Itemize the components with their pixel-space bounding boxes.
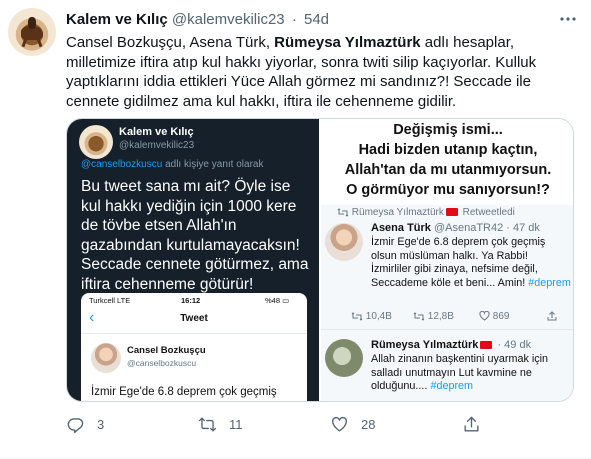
image-tweet-text: Bu tweet sana mı ait? Öyle ise kul hakkı… xyxy=(81,178,309,293)
retweet-small-icon xyxy=(351,312,363,321)
phone-status-bar: Turkcell LTE 16:12 %48 ▭ xyxy=(81,293,307,307)
tweet-time[interactable]: 54d xyxy=(304,11,329,28)
retweet-small-icon xyxy=(337,208,349,217)
headline-line: O görmüyor mu sanıyorsun!? xyxy=(346,182,550,198)
headline-line: Allah'tan da mı utanmıyorsun. xyxy=(344,162,552,178)
tweet-header: Kalem ve Kılıç @kalemvekilic23 · 54d xyxy=(66,10,329,30)
more-horizontal-icon[interactable] xyxy=(558,12,578,28)
phone-title: Tweet xyxy=(180,313,208,324)
retweeted-text: Retweetledi xyxy=(459,207,515,218)
post1-text: İzmir Ege'de 6.8 deprem çok geçmiş olsun… xyxy=(371,236,571,290)
post1-likes: 869 xyxy=(479,311,509,322)
retweet-button[interactable]: 11 xyxy=(198,412,243,436)
phone-battery: %48 ▭ xyxy=(265,296,290,305)
phone-author-handle: @canselbozkuscu xyxy=(127,358,197,368)
quote-small-icon xyxy=(413,312,425,321)
heart-small-icon xyxy=(479,311,490,321)
post1-avatar xyxy=(325,223,363,261)
post1-retweets: 10,4B xyxy=(351,311,392,322)
post1-header: Asena Türk @AsenaTR42 · 47 dk xyxy=(371,222,540,234)
separator-dot: · xyxy=(291,11,297,28)
image-reply-mention: @canselbozkuscu xyxy=(81,159,163,170)
share-button[interactable] xyxy=(462,412,481,436)
phone-clock: 16:12 xyxy=(181,296,201,305)
image-headline: Değişmiş ismi... Hadi bizden utanıp kaçt… xyxy=(321,119,573,205)
posts-divider xyxy=(321,329,573,330)
retweeted-label: Rümeysa Yılmaztürk Retweetledi xyxy=(337,207,515,218)
image-reply-context: @canselbozkuscu adlı kişiye yanıt olarak xyxy=(81,159,263,170)
turkish-flag-icon xyxy=(480,341,493,350)
like-count: 28 xyxy=(361,416,376,432)
author-avatar[interactable] xyxy=(8,8,56,56)
post1-body: İzmir Ege'de 6.8 deprem çok geçmiş olsun… xyxy=(371,236,546,289)
post1-name: Asena Türk xyxy=(371,222,431,234)
post2-meta: · 49 dk xyxy=(494,339,532,351)
tweet-text-strong: Rümeysa Yılmaztürk xyxy=(274,34,421,51)
retweeter-name: Rümeysa Yılmaztürk xyxy=(351,207,444,218)
post2-name: Rümeysa Yılmaztürk xyxy=(371,339,479,351)
post1-meta: @AsenaTR42 · 47 dk xyxy=(430,222,540,234)
post2-hashtag: #deprem xyxy=(430,380,474,392)
image-avatar xyxy=(79,125,113,159)
tweet-text-part1: Cansel Bozkuşçu, Asena Türk, xyxy=(66,34,275,51)
headline-line: Değişmiş ismi... xyxy=(393,122,503,138)
post1-retweet-count: 10,4B xyxy=(365,311,392,322)
tweet[interactable]: Kalem ve Kılıç @kalemvekilic23 · 54d Can… xyxy=(0,0,591,459)
image-phone-screenshot: Turkcell LTE 16:12 %48 ▭ ‹ Tweet Cansel … xyxy=(81,293,307,401)
media-image-right[interactable]: Değişmiş ismi... Hadi bizden utanıp kaçt… xyxy=(321,119,573,401)
like-button[interactable]: 28 xyxy=(330,412,375,436)
heart-icon xyxy=(332,416,347,432)
phone-carrier: Turkcell LTE xyxy=(89,296,131,305)
phone-author-name: Cansel Bozkuşçu xyxy=(127,345,206,356)
post2-avatar xyxy=(325,339,363,377)
tweet-text: Cansel Bozkuşçu, Asena Türk, Rümeysa Yıl… xyxy=(66,33,576,111)
image-author-handle: @kalemvekilic23 xyxy=(119,140,195,151)
post1-like-count: 869 xyxy=(492,311,510,322)
retweet-count: 11 xyxy=(229,416,243,432)
author-handle[interactable]: @kalemvekilic23 xyxy=(172,11,285,28)
retweet-icon xyxy=(198,416,217,432)
phone-divider xyxy=(81,333,307,334)
reply-icon xyxy=(67,417,84,433)
post1-quote-count: 12,8B xyxy=(427,311,454,322)
image-reply-rest: adlı kişiye yanıt olarak xyxy=(162,159,264,170)
headline-line: Hadi bizden utanıp kaçtın, xyxy=(358,142,538,158)
share-small-icon xyxy=(547,311,557,324)
post1-hashtag: #deprem xyxy=(528,276,571,289)
post2-text: Allah zinanın başkentini uyarmak için sa… xyxy=(371,353,571,394)
image-author-name: Kalem ve Kılıç xyxy=(119,126,194,138)
post1-quotes: 12,8B xyxy=(413,311,454,322)
reply-count: 3 xyxy=(97,416,105,432)
phone-avatar xyxy=(91,343,121,373)
media-image-left[interactable]: Kalem ve Kılıç @kalemvekilic23 @canselbo… xyxy=(67,119,319,401)
reply-button[interactable]: 3 xyxy=(66,412,104,436)
phone-tweet-text: İzmir Ege'de 6.8 deprem çok geçmiş xyxy=(91,386,277,398)
turkish-flag-icon xyxy=(445,208,458,217)
author-name[interactable]: Kalem ve Kılıç xyxy=(66,11,168,28)
tweet-actions: 3 11 28 xyxy=(66,412,576,436)
tweet-media[interactable]: Kalem ve Kılıç @kalemvekilic23 @canselbo… xyxy=(66,118,574,402)
post2-header: Rümeysa Yılmaztürk · 49 dk xyxy=(371,339,531,351)
post1-actions: 10,4B 12,8B 869 xyxy=(351,311,571,325)
share-icon xyxy=(464,416,479,432)
